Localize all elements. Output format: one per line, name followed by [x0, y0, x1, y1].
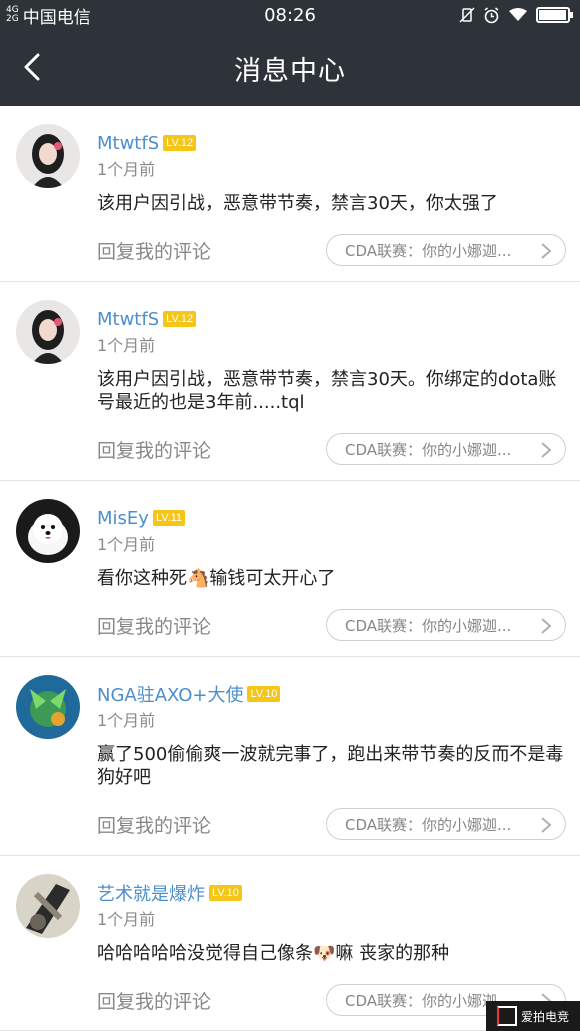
network-signal-indicator: 4G 2G	[6, 6, 19, 24]
timestamp: 1个月前	[97, 711, 156, 730]
level-badge: LV.12	[163, 135, 197, 151]
watermark: 爱拍电竞	[486, 1001, 580, 1031]
status-icons	[459, 6, 573, 24]
source-post-link[interactable]: CDA联赛：你的小娜迦...	[326, 609, 566, 641]
source-post-link[interactable]: CDA联赛：你的小娜迦...	[326, 234, 566, 266]
source-post-link[interactable]: CDA联赛：你的小娜迦...	[326, 433, 566, 465]
level-badge: LV.12	[163, 311, 197, 327]
signal-2g-label: 2G	[6, 14, 19, 24]
avatar[interactable]	[16, 499, 80, 563]
avatar[interactable]	[16, 874, 80, 938]
notification-item: NGA驻AXO+大使 LV.10 1个月前 赢了500偷偷爽一波就完事了，跑出来…	[0, 657, 580, 856]
reply-comment-link[interactable]: 回复我的评论	[97, 237, 211, 264]
timestamp: 1个月前	[97, 336, 156, 355]
timestamp: 1个月前	[97, 910, 156, 929]
clock: 08:26	[264, 4, 316, 26]
reply-comment-link[interactable]: 回复我的评论	[97, 987, 211, 1014]
avatar[interactable]	[16, 300, 80, 364]
watermark-logo-icon	[496, 1006, 517, 1026]
chevron-right-icon	[541, 618, 552, 634]
level-badge: LV.11	[152, 510, 186, 526]
username[interactable]: MtwtfS	[97, 309, 159, 330]
source-post-title: CDA联赛：你的小娜迦...	[345, 616, 512, 635]
status-bar: 4G 2G 中国电信 08:26	[0, 0, 580, 30]
notification-list: MtwtfS LV.12 1个月前 该用户因引战，恶意带节奏，禁言30天，你太强…	[0, 106, 580, 1031]
timestamp: 1个月前	[97, 535, 156, 554]
source-post-title: CDA联赛：你的小娜迦...	[345, 440, 512, 459]
notification-item: MisEy LV.11 1个月前 看你这种死🐴输钱可太开心了 回复我的评论 CD…	[0, 481, 580, 657]
reply-comment-link[interactable]: 回复我的评论	[97, 811, 211, 838]
message-text: 该用户因引战，恶意带节奏，禁言30天，你太强了	[97, 193, 498, 214]
level-badge: LV.10	[209, 885, 242, 901]
source-post-title: CDA联赛：你的小娜迦...	[345, 241, 512, 260]
reply-comment-link[interactable]: 回复我的评论	[97, 612, 211, 639]
wifi-icon	[509, 8, 527, 21]
chevron-right-icon	[541, 442, 552, 458]
username[interactable]: NGA驻AXO+大使	[97, 681, 243, 707]
level-badge: LV.10	[247, 686, 281, 702]
message-text: 赢了500偷偷爽一波就完事了，跑出来带节奏的反而不是毒狗好吧	[97, 744, 564, 788]
message-text: 看你这种死🐴输钱可太开心了	[97, 568, 336, 589]
reply-comment-link[interactable]: 回复我的评论	[97, 436, 211, 463]
chevron-right-icon	[541, 817, 552, 833]
chevron-right-icon	[541, 243, 552, 259]
timestamp: 1个月前	[97, 160, 156, 179]
page-title: 消息中心	[234, 55, 346, 87]
alarm-icon	[484, 6, 499, 23]
vibrate-off-icon	[459, 7, 475, 23]
carrier-name: 中国电信	[22, 7, 91, 28]
message-text: 哈哈哈哈哈没觉得自己像条🐶嘛 丧家的那种	[97, 943, 450, 964]
source-post-title: CDA联赛：你的小娜迦...	[345, 815, 512, 834]
username[interactable]: MtwtfS	[97, 133, 159, 154]
source-post-link[interactable]: CDA联赛：你的小娜迦...	[326, 808, 566, 840]
username[interactable]: MisEy	[97, 508, 149, 529]
avatar[interactable]	[16, 124, 80, 188]
watermark-text: 爱拍电竞	[520, 1009, 569, 1024]
notification-item: MtwtfS LV.12 1个月前 该用户因引战，恶意带节奏，禁言30天，你太强…	[0, 106, 580, 282]
header-bar: 消息中心	[0, 30, 580, 106]
back-arrow-icon[interactable]	[18, 52, 48, 82]
avatar[interactable]	[16, 675, 80, 739]
battery-icon	[536, 7, 573, 23]
notification-item: MtwtfS LV.12 1个月前 该用户因引战，恶意带节奏，禁言30天。你绑定…	[0, 282, 580, 481]
message-text: 该用户因引战，恶意带节奏，禁言30天。你绑定的dota账号最近的也是3年前...…	[97, 369, 557, 413]
username[interactable]: 艺术就是爆炸	[97, 880, 205, 906]
